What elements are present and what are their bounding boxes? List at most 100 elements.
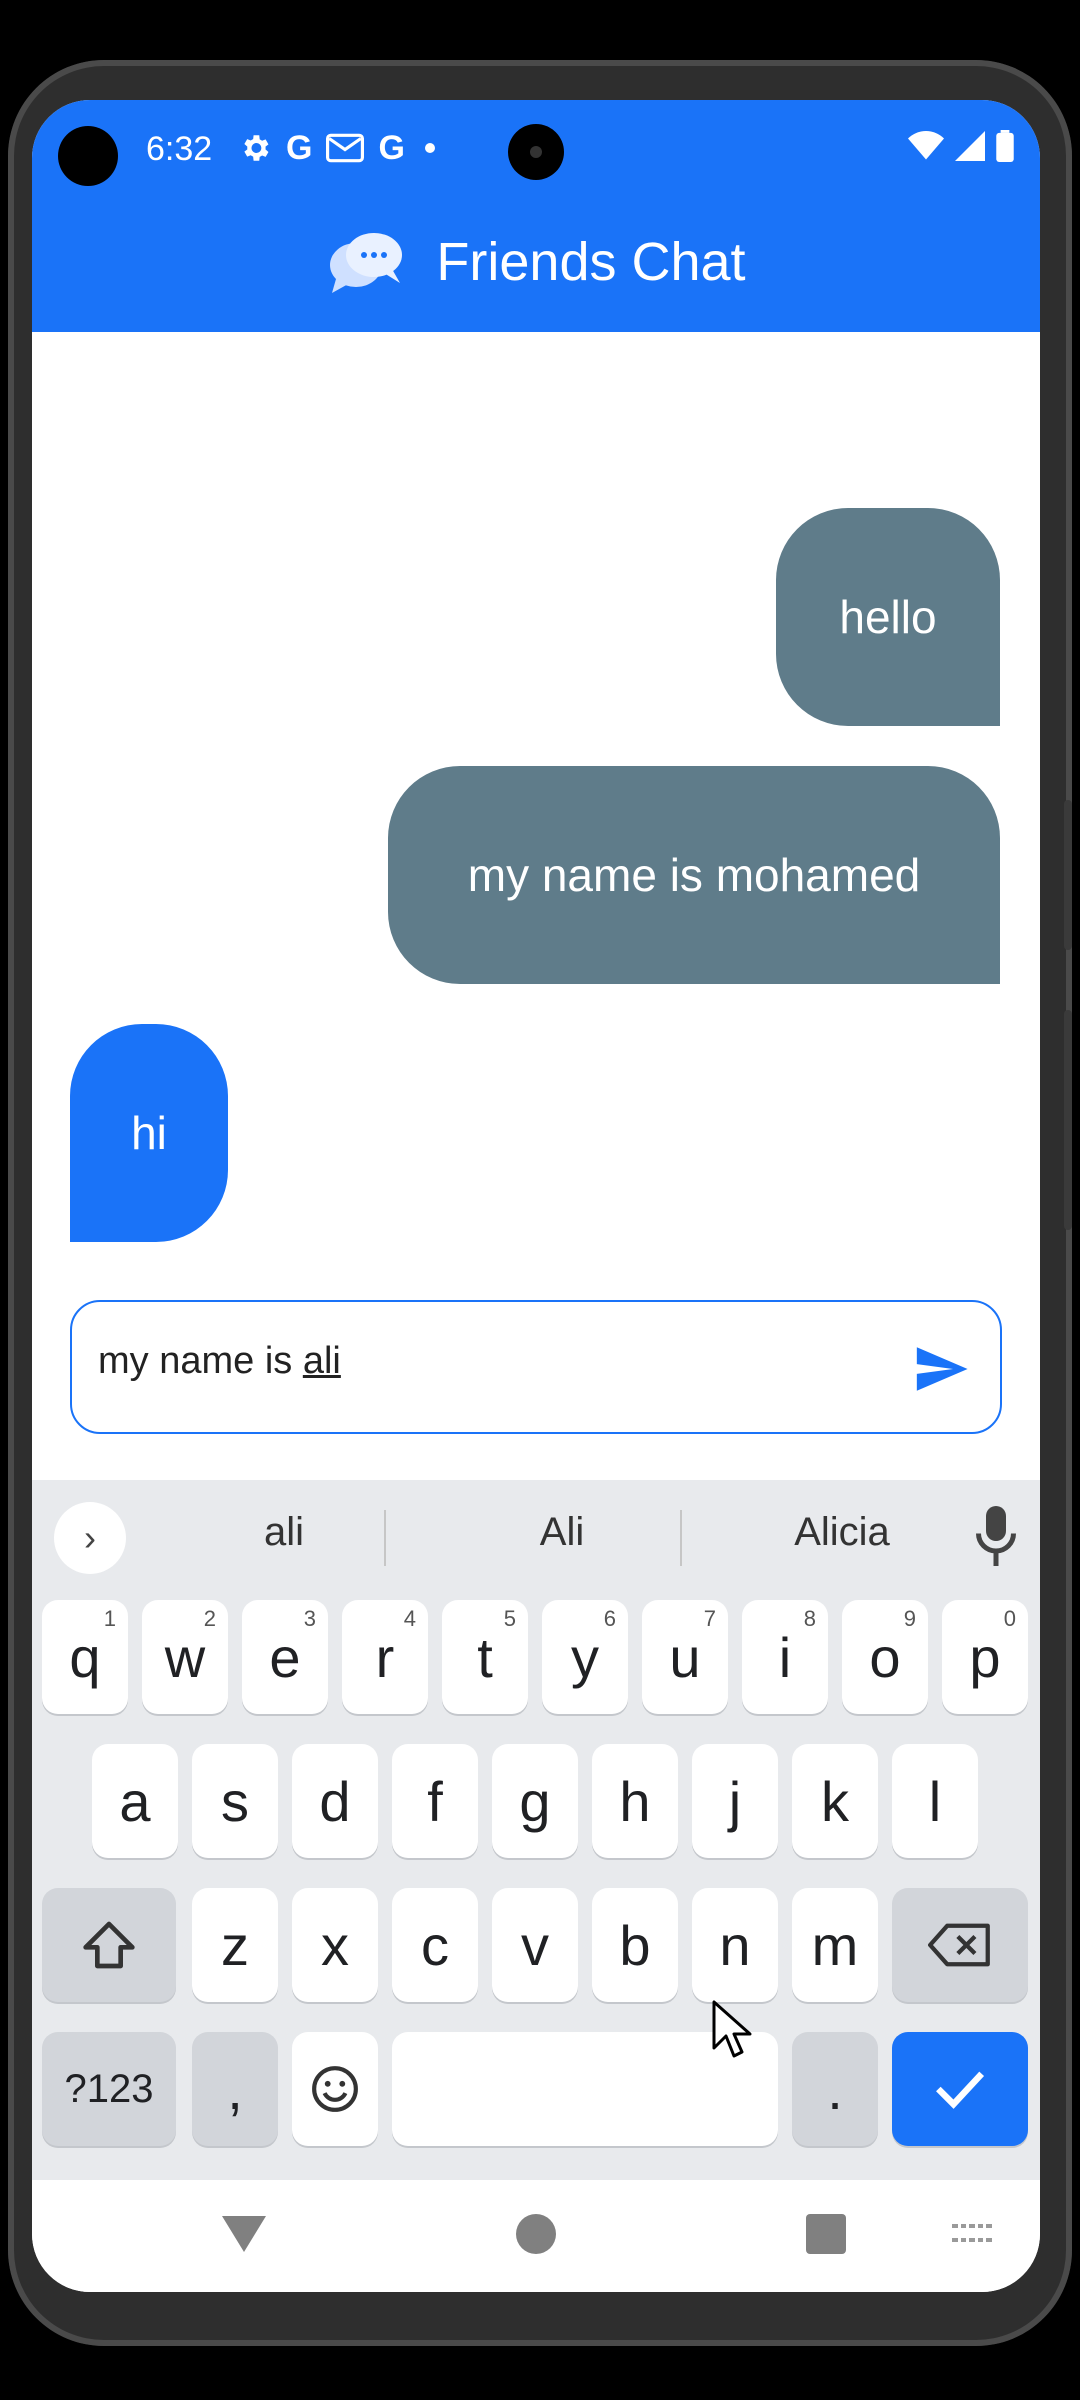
key-label: h — [619, 1769, 651, 1833]
key-label: a — [119, 1769, 151, 1833]
message-bubble-received[interactable]: hi — [70, 1024, 228, 1242]
smiley-icon — [312, 2066, 358, 2112]
gear-icon — [244, 135, 269, 161]
key-e[interactable]: e3 — [242, 1600, 328, 1714]
key-hint: 4 — [403, 1606, 416, 1631]
message-composer[interactable]: my name is ali — [70, 1300, 1002, 1434]
status-left-icons: G G — [238, 130, 435, 166]
key-u[interactable]: u7 — [642, 1600, 728, 1714]
key-y[interactable]: y6 — [542, 1600, 628, 1714]
symbols-key[interactable]: ?123 — [42, 2032, 176, 2146]
key-label: w — [164, 1625, 206, 1689]
composer-current-word: ali — [302, 1340, 341, 1382]
key-label: s — [221, 1769, 249, 1833]
home-icon[interactable] — [516, 2214, 556, 2254]
key-label: u — [669, 1625, 701, 1689]
key-h[interactable]: h — [592, 1744, 678, 1858]
key-q[interactable]: q1 — [42, 1600, 128, 1714]
key-label: v — [521, 1913, 549, 1977]
app-header: 6:32 G G Friends Chat — [32, 100, 1040, 332]
period-key[interactable]: . — [792, 2032, 878, 2146]
key-x[interactable]: x — [292, 1888, 378, 2002]
key-label: z — [221, 1913, 249, 1977]
key-w[interactable]: w2 — [142, 1600, 228, 1714]
key-p[interactable]: p0 — [942, 1600, 1028, 1714]
message-text: my name is mohamed — [467, 849, 921, 901]
key-a[interactable]: a — [92, 1744, 178, 1858]
back-icon[interactable] — [222, 2216, 266, 2252]
key-j[interactable]: j — [692, 1744, 778, 1858]
suggestion-bar: › ali Ali Alicia — [32, 1480, 1040, 1590]
key-f[interactable]: f — [392, 1744, 478, 1858]
key-r[interactable]: r4 — [342, 1600, 428, 1714]
microphone-icon[interactable] — [976, 1506, 1016, 1566]
key-label: d — [319, 1769, 351, 1833]
key-b[interactable]: b — [592, 1888, 678, 2002]
key-i[interactable]: i8 — [742, 1600, 828, 1714]
key-t[interactable]: t5 — [442, 1600, 528, 1714]
message-text: hello — [839, 591, 937, 643]
key-label: b — [619, 1913, 651, 1977]
key-o[interactable]: o9 — [842, 1600, 928, 1714]
key-label: ?123 — [64, 2066, 154, 2111]
key-hint: 0 — [1003, 1606, 1016, 1631]
recents-icon[interactable] — [806, 2214, 846, 2254]
key-k[interactable]: k — [792, 1744, 878, 1858]
key-g[interactable]: g — [492, 1744, 578, 1858]
key-v[interactable]: v — [492, 1888, 578, 2002]
suggestion-3[interactable]: Alicia — [742, 1510, 942, 1555]
chevron-right-icon: › — [84, 1517, 96, 1558]
key-d[interactable]: d — [292, 1744, 378, 1858]
key-m[interactable]: m — [792, 1888, 878, 2002]
key-label: m — [811, 1913, 859, 1977]
suggestion-2[interactable]: Ali — [462, 1510, 662, 1555]
checkmark-icon — [936, 2071, 985, 2109]
key-hint: 8 — [803, 1606, 816, 1631]
key-n[interactable]: n — [692, 1888, 778, 2002]
message-input[interactable]: my name is ali — [98, 1340, 858, 1383]
key-label: c — [421, 1913, 449, 1977]
shift-icon — [83, 1921, 135, 1969]
google-g-icon: G — [378, 129, 405, 167]
comma-key[interactable]: , — [192, 2032, 278, 2146]
soft-keyboard: › ali Ali Alicia q1 w2 e3 r4 t5 y6 u7 i8… — [32, 1480, 1040, 2180]
dot-icon — [424, 143, 435, 153]
signal-icon — [955, 131, 985, 161]
key-label: p — [969, 1625, 1001, 1689]
key-l[interactable]: l — [892, 1744, 978, 1858]
key-label: l — [928, 1769, 942, 1833]
key-z[interactable]: z — [192, 1888, 278, 2002]
app-title: Friends Chat — [436, 232, 746, 292]
notification-dot — [58, 126, 118, 186]
backspace-key[interactable] — [892, 1888, 1028, 2002]
send-icon[interactable] — [912, 1340, 970, 1398]
message-bubble-sent[interactable]: hello — [776, 508, 1000, 726]
keyboard-switch-icon[interactable] — [952, 2224, 992, 2248]
emoji-key[interactable] — [292, 2032, 378, 2146]
key-label: y — [571, 1625, 599, 1689]
key-hint: 5 — [503, 1606, 516, 1631]
key-label: , — [227, 2057, 243, 2121]
key-hint: 6 — [603, 1606, 616, 1631]
done-key[interactable] — [892, 2032, 1028, 2146]
suggestion-1[interactable]: ali — [184, 1510, 384, 1555]
expand-toolbar-button[interactable]: › — [54, 1502, 126, 1574]
key-label: q — [69, 1625, 101, 1689]
message-bubble-sent[interactable]: my name is mohamed — [388, 766, 1000, 984]
composer-text: my name is — [98, 1340, 303, 1382]
power-button — [1064, 1010, 1072, 1230]
mouse-cursor-icon — [712, 2000, 752, 2058]
divider — [384, 1510, 386, 1566]
key-label: . — [827, 2057, 843, 2121]
key-label: r — [375, 1625, 395, 1689]
key-hint: 1 — [103, 1606, 116, 1631]
key-label: g — [519, 1769, 551, 1833]
app-title-bar: Friends Chat — [32, 222, 1040, 302]
key-hint: 9 — [903, 1606, 916, 1631]
key-s[interactable]: s — [192, 1744, 278, 1858]
shift-key[interactable] — [42, 1888, 176, 2002]
volume-button — [1064, 800, 1072, 950]
key-c[interactable]: c — [392, 1888, 478, 2002]
key-label: f — [427, 1769, 443, 1833]
key-label: t — [477, 1625, 493, 1689]
